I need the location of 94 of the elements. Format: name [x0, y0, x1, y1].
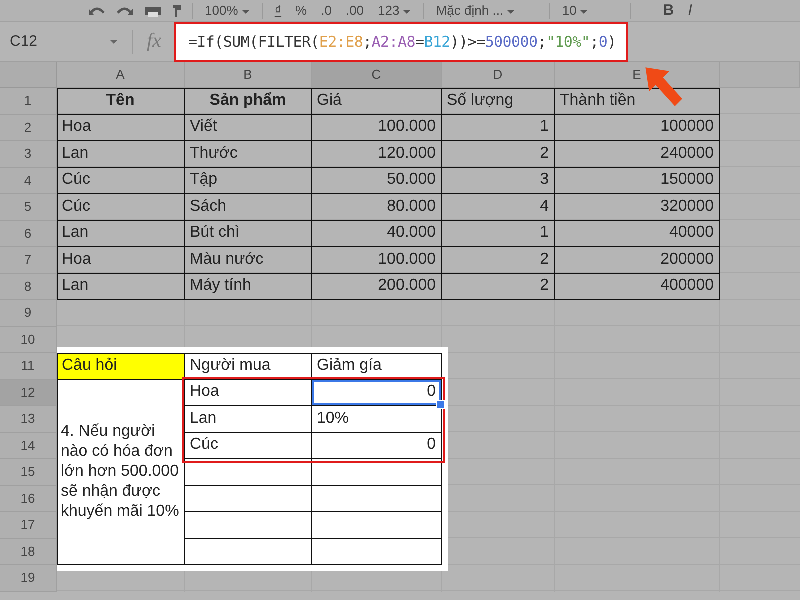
table-cell: Máy tính [185, 274, 312, 300]
zoom-dropdown[interactable]: 100% [203, 3, 252, 18]
italic-button[interactable]: I [686, 2, 694, 19]
font-dropdown[interactable]: Mặc định ... [434, 3, 540, 18]
fx-label: fx [146, 30, 162, 53]
caret-icon [507, 10, 516, 14]
question-cell: 4. Nếu người nào có hóa đơn lớn hơn 500.000 sẽ nhận được khuyến mãi 10% [57, 380, 185, 565]
column-header[interactable]: C [312, 62, 442, 88]
table-cell: Màu nước [185, 247, 312, 274]
table-cell: 320000 [555, 194, 720, 220]
paint-format-icon[interactable] [172, 4, 182, 16]
column-header[interactable]: E [555, 62, 720, 88]
decimal-decrease-button[interactable]: .0 [319, 3, 334, 18]
table-cell: Hoa [57, 247, 185, 274]
table-cell: 2 [442, 247, 555, 274]
table-cell: Lan [57, 274, 185, 300]
percent-button[interactable]: % [294, 3, 310, 18]
row-header[interactable]: 19 [0, 565, 57, 592]
caret-icon [580, 10, 588, 14]
row-header[interactable]: 5 [0, 194, 57, 220]
table-cell: 200000 [555, 247, 720, 274]
number-format-dropdown[interactable]: 123 [376, 3, 414, 18]
table-cell: Lan [185, 406, 312, 432]
table-cell: Lan [57, 220, 185, 247]
table-cell: 1 [442, 220, 555, 247]
table-cell: 40000 [555, 220, 720, 247]
table-cell: 80.000 [312, 194, 442, 220]
caret-icon [403, 10, 412, 14]
table-cell: 120.000 [312, 141, 442, 168]
table-cell: 0 [312, 380, 442, 406]
table-cell: 3 [442, 168, 555, 194]
table-cell: Viết [185, 114, 312, 141]
formula-field[interactable]: =If(SUM(FILTER(E2:E8;A2:A8=B12))>=500000;"10%";0) [188, 32, 616, 50]
row-header[interactable]: 7 [0, 247, 57, 274]
column-header[interactable]: D [442, 62, 555, 88]
column-heading-cell: Giá [312, 88, 442, 114]
table-cell: 0 [312, 432, 442, 459]
row-header[interactable]: 12 [0, 380, 57, 406]
row-header[interactable]: 6 [0, 220, 57, 247]
table-cell: Cúc [185, 432, 312, 459]
name-box[interactable]: C12 [0, 32, 108, 51]
table-cell: Sách [185, 194, 312, 220]
table-cell: Cúc [57, 168, 185, 194]
table-cell: Giảm gía [312, 353, 442, 380]
column-heading-cell: Tên [57, 88, 185, 114]
bold-button[interactable]: B [661, 2, 676, 19]
currency-button[interactable]: ₫ [272, 3, 284, 18]
row-header[interactable]: 14 [0, 432, 57, 459]
row-header[interactable]: 10 [0, 326, 57, 353]
column-header[interactable]: A [57, 62, 185, 88]
table-cell: 1 [442, 114, 555, 141]
table-cell: Cúc [57, 194, 185, 220]
table-cell: Bút chì [185, 220, 312, 247]
fill-handle[interactable] [436, 400, 445, 409]
table-cell: 100.000 [312, 247, 442, 274]
table-cell: 50.000 [312, 168, 442, 194]
table-cell: 100000 [555, 114, 720, 141]
table-cell: 40.000 [312, 220, 442, 247]
table-cell: 150000 [555, 168, 720, 194]
column-header[interactable]: B [185, 62, 312, 88]
row-header[interactable]: 13 [0, 406, 57, 432]
row-header[interactable]: 8 [0, 274, 57, 300]
table-cell: Tập [185, 168, 312, 194]
table-cell: 2 [442, 274, 555, 300]
table-cell: Lan [57, 141, 185, 168]
row-header[interactable]: 2 [0, 114, 57, 141]
table-cell: Người mua [185, 353, 312, 380]
print-icon[interactable] [144, 4, 162, 16]
row-header[interactable]: 11 [0, 353, 57, 380]
caret-icon [242, 10, 250, 14]
column-heading-cell: Sản phẩm [185, 88, 312, 114]
table-cell: 100.000 [312, 114, 442, 141]
table-cell: Câu hỏi [57, 353, 185, 380]
caret-icon[interactable] [110, 40, 118, 44]
table-cell: 4 [442, 194, 555, 220]
row-header[interactable]: 9 [0, 300, 57, 326]
table-cell: 200.000 [312, 274, 442, 300]
row-header[interactable]: 16 [0, 486, 57, 512]
row-header[interactable]: 4 [0, 168, 57, 194]
column-heading-cell: Số lượng [442, 88, 555, 114]
table-cell: 400000 [555, 274, 720, 300]
font-size-dropdown[interactable]: 10 [560, 3, 620, 18]
row-header[interactable]: 18 [0, 538, 57, 565]
row-header[interactable]: 1 [0, 88, 57, 114]
decimal-increase-button[interactable]: .00 [344, 3, 366, 18]
table-cell: 240000 [555, 141, 720, 168]
table-cell: Hoa [57, 114, 185, 141]
table-cell: Hoa [185, 380, 312, 406]
row-header[interactable]: 15 [0, 459, 57, 486]
row-header[interactable]: 3 [0, 141, 57, 168]
table-cell: 10% [312, 406, 442, 432]
table-cell: 2 [442, 141, 555, 168]
row-header[interactable]: 17 [0, 512, 57, 538]
table-cell: Thước [185, 141, 312, 168]
